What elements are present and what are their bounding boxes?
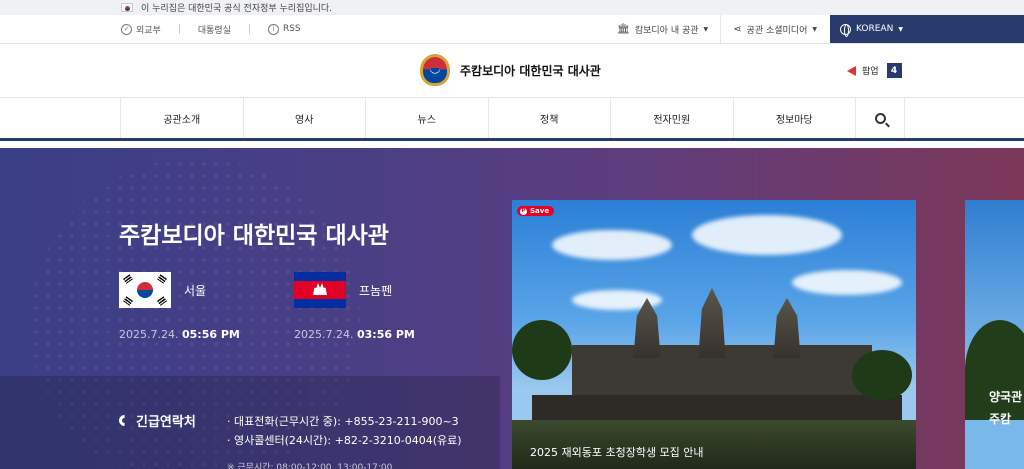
search-icon [874,112,886,124]
seoul-time: 2025.7.24. 05:56 PM [119,328,240,341]
phone-icon [116,412,133,429]
missions-dropdown[interactable]: 🏛 캄보디아 내 공관 ▼ [605,15,720,43]
nav-info[interactable]: 정보마당 [732,98,856,138]
site-logo[interactable]: 주캄보디아 대한민국 대사관 [420,54,601,86]
popup-count-badge: 4 [886,63,902,78]
language-selector[interactable]: KOREAN ▼ [830,15,1024,43]
phnompenh-time: 2025.7.24. 03:56 PM [294,328,415,341]
social-media-dropdown[interactable]: ⋖ 공관 소셜미디어 ▼ [720,15,829,43]
korea-flag-icon [121,3,133,12]
hero-title: 주캄보디아 대한민국 대사관 [119,223,389,249]
main-nav: 공관소개 영사 뉴스 정책 전자민원 정보마당 [0,98,1024,141]
rss-icon: i [267,23,279,35]
megaphone-icon [847,65,856,76]
news-slide[interactable]: Save 2025 재외동포 초청장학생 모집 안내 [512,200,916,469]
phnompenh-label: 프놈펜 [359,283,393,298]
nav-e-services[interactable]: 전자민원 [610,98,733,138]
rss-link[interactable]: i RSS [267,23,301,35]
share-icon: ⋖ [733,23,742,35]
hero-section: 주캄보디아 대한민국 대사관 서울 프놈펜 2025.7.24. 05:56 P… [0,148,1024,469]
building-icon: 🏛 [617,23,630,35]
nav-policy[interactable]: 정책 [487,98,611,138]
gov-banner: 이 누리집은 대한민국 공식 전자정부 누리집입니다. [0,0,1024,15]
gov-banner-text: 이 누리집은 대한민국 공식 전자정부 누리집입니다. [141,4,333,14]
nav-consular[interactable]: 영사 [242,98,366,138]
seoul-clock: 서울 [119,272,206,308]
embassy-emblem-icon [420,54,450,86]
caret-down-icon: ▼ [898,25,903,33]
caret-down-icon: ▼ [703,25,709,33]
search-button[interactable] [855,98,905,138]
contact-hours-note: ※ 근무시간: 08:00-12:00, 13:00-17:00 [227,463,393,469]
contact-line-callcenter: · 영사콜센터(24시간): +82-2-3210-0404(유료) [227,434,462,447]
nav-about[interactable]: 공관소개 [120,98,243,138]
nav-news[interactable]: 뉴스 [365,98,488,138]
next-slide[interactable]: 양국관 주캄 [965,200,1024,469]
cambodia-flag-icon [294,272,346,308]
globe-icon [840,23,851,37]
site-header: 주캄보디아 대한민국 대사관 팝업 4 [0,44,1024,98]
mofa-logo-icon: ✓ [121,23,132,35]
contact-title: 긴급연락처 [136,415,196,430]
seoul-label: 서울 [184,283,207,298]
caret-down-icon: ▼ [812,25,817,33]
presidential-office-link[interactable]: 대통령실 [198,23,231,36]
mofa-link[interactable]: ✓ 외교부 [121,23,161,36]
site-title: 주캄보디아 대한민국 대사관 [460,63,601,78]
phnompenh-clock: 프놈펜 [294,272,392,308]
next-slide-caption: 양국관 주캄 [989,390,1023,426]
slide-caption: 2025 재외동포 초청장학생 모집 안내 [530,446,704,459]
popup-button[interactable]: 팝업 4 [847,63,902,78]
korea-flag-icon [119,272,171,308]
pinterest-save-button[interactable]: Save [517,206,555,216]
emergency-contact: 긴급연락처 · 대표전화(근무시간 중): +855-23-211-900~3 … [0,376,500,469]
contact-line-main: · 대표전화(근무시간 중): +855-23-211-900~3 [227,415,459,428]
